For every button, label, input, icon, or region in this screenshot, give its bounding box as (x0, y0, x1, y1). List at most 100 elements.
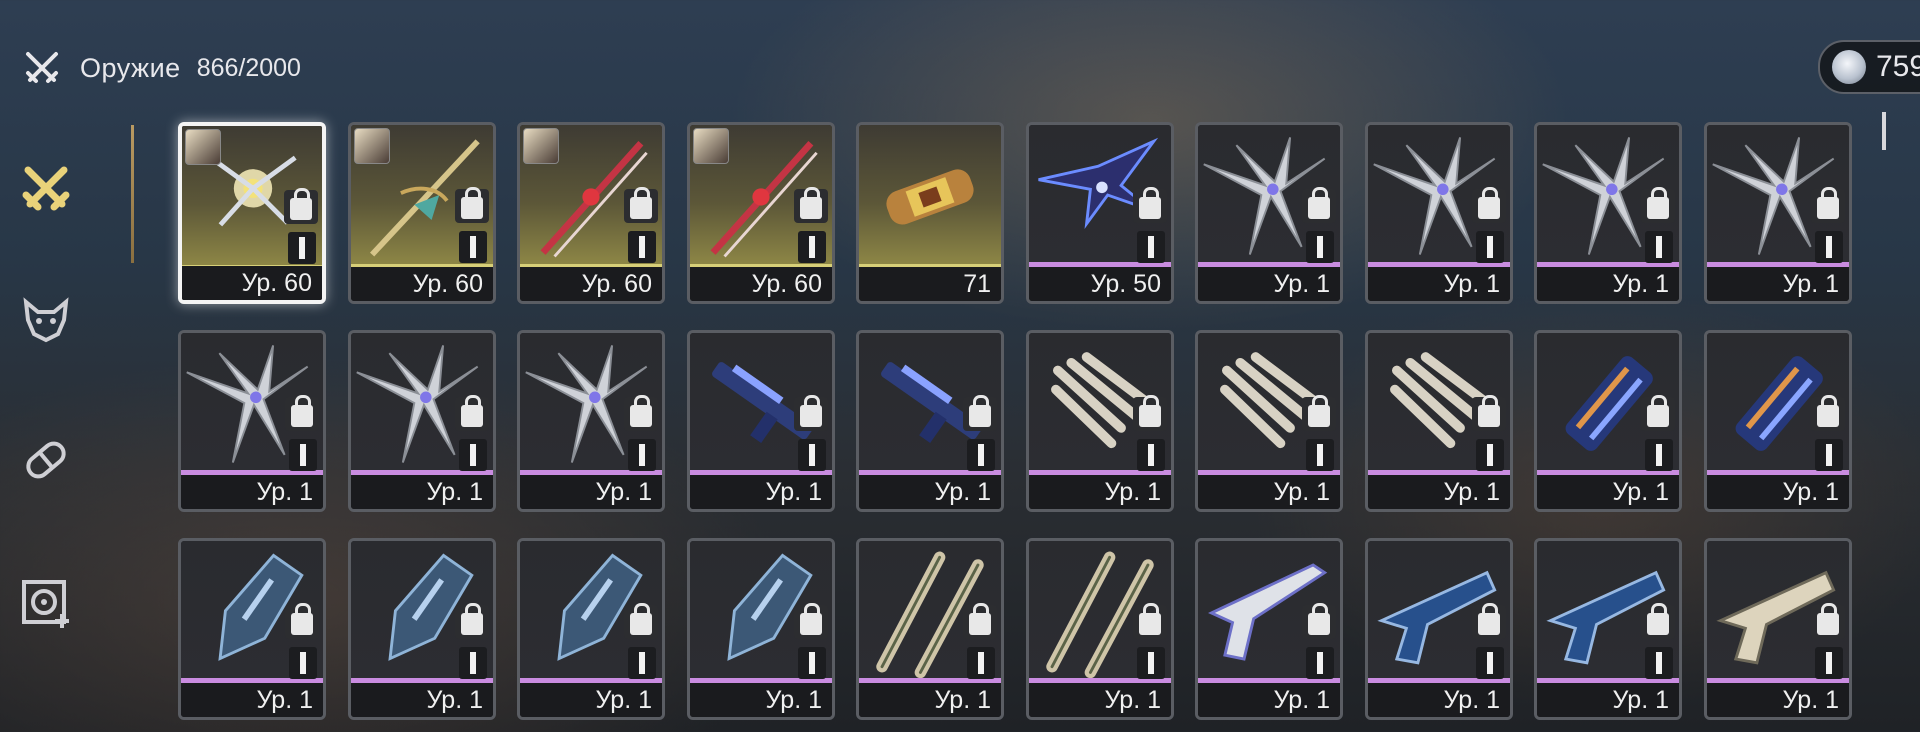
weapon-card[interactable]: Ур. 1 (856, 538, 1004, 720)
weapon-card[interactable]: Ур. 1 (178, 330, 326, 512)
weapon-card[interactable]: Ур. 1 (1704, 538, 1852, 720)
lock-icon (969, 395, 991, 427)
weapon-card[interactable]: Ур. 1 (856, 330, 1004, 512)
lock-icon (1308, 603, 1330, 635)
weapon-level: Ур. 1 (1537, 267, 1679, 301)
weapon-card[interactable]: Ур. 1 (1195, 330, 1343, 512)
weapon-card[interactable]: Ур. 1 (517, 538, 665, 720)
weapon-level: 71 (859, 267, 1001, 301)
lock-button[interactable] (1641, 187, 1675, 223)
lock-button[interactable] (1811, 395, 1845, 431)
weapon-level: Ур. 1 (181, 683, 323, 717)
weapon-card[interactable]: Ур. 1 (687, 330, 835, 512)
lock-button[interactable] (284, 188, 318, 224)
lock-button[interactable] (1302, 603, 1336, 639)
weapon-card[interactable]: Ур. 1 (1704, 122, 1852, 304)
lock-button[interactable] (794, 603, 828, 639)
weapon-card[interactable]: Ур. 60 (348, 122, 496, 304)
lock-icon (461, 187, 483, 219)
weapon-card[interactable]: Ур. 1 (1534, 538, 1682, 720)
lock-button[interactable] (455, 187, 489, 223)
weapon-level: Ур. 1 (520, 683, 662, 717)
weapon-card[interactable]: Ур. 1 (1026, 330, 1174, 512)
lock-button[interactable] (1302, 187, 1336, 223)
lock-button[interactable] (455, 603, 489, 639)
weapon-level: Ур. 60 (182, 266, 322, 300)
weapon-level: Ур. 1 (1368, 683, 1510, 717)
weapon-card[interactable]: 71 (856, 122, 1004, 304)
lock-button[interactable] (624, 395, 658, 431)
lock-button[interactable] (1811, 603, 1845, 639)
lock-icon (630, 395, 652, 427)
inventory-header: Оружие 866/2000 (22, 46, 301, 90)
lock-button[interactable] (963, 603, 997, 639)
sidebar-item-modules[interactable] (14, 570, 78, 634)
weapon-card[interactable]: Ур. 1 (1026, 538, 1174, 720)
refinement-rank-icon (1137, 647, 1165, 679)
sidebar-item-consumables[interactable] (14, 428, 78, 492)
lock-button[interactable] (1641, 603, 1675, 639)
scrollbar[interactable] (1882, 112, 1886, 150)
weapon-card[interactable]: Ур. 1 (1195, 122, 1343, 304)
weapon-card[interactable]: Ур. 60 (687, 122, 835, 304)
lock-button[interactable] (1133, 395, 1167, 431)
weapon-level: Ур. 1 (1537, 683, 1679, 717)
weapon-card[interactable]: Ур. 50 (1026, 122, 1174, 304)
weapon-card[interactable]: Ур. 1 (1534, 122, 1682, 304)
currency-display[interactable]: 759 (1818, 40, 1920, 94)
weapon-card[interactable]: Ур. 1 (348, 538, 496, 720)
weapon-level: Ур. 1 (351, 475, 493, 509)
lock-icon (969, 603, 991, 635)
sidebar-item-weapons[interactable] (14, 156, 78, 220)
refinement-rank-icon (1645, 647, 1673, 679)
lock-button[interactable] (1811, 187, 1845, 223)
weapon-card[interactable]: Ур. 1 (1534, 330, 1682, 512)
character-avatar (523, 128, 559, 164)
lock-button[interactable] (285, 395, 319, 431)
weapon-card[interactable]: Ур. 1 (517, 330, 665, 512)
weapon-card[interactable]: Ур. 1 (1365, 330, 1513, 512)
refinement-rank-icon (459, 647, 487, 679)
lock-icon (630, 603, 652, 635)
refinement-rank-icon (628, 231, 656, 263)
lock-icon (1139, 395, 1161, 427)
lock-button[interactable] (285, 603, 319, 639)
weapon-card[interactable]: Ур. 1 (348, 330, 496, 512)
lock-icon (1817, 187, 1839, 219)
weapon-card[interactable]: Ур. 1 (687, 538, 835, 720)
lock-button[interactable] (624, 187, 658, 223)
refinement-rank-icon (1306, 439, 1334, 471)
lock-button[interactable] (1472, 187, 1506, 223)
refinement-rank-icon (628, 647, 656, 679)
weapon-card[interactable]: Ур. 1 (178, 538, 326, 720)
weapon-level: Ур. 1 (1707, 683, 1849, 717)
lock-button[interactable] (1472, 395, 1506, 431)
lock-button[interactable] (1302, 395, 1336, 431)
lock-button[interactable] (1133, 187, 1167, 223)
refinement-rank-icon (1476, 231, 1504, 263)
lock-button[interactable] (794, 187, 828, 223)
weapon-card[interactable]: Ур. 60 (178, 122, 326, 304)
weapon-level: Ур. 1 (1368, 475, 1510, 509)
sidebar-item-enemies[interactable] (14, 286, 78, 350)
weapon-card[interactable]: Ур. 60 (517, 122, 665, 304)
lock-button[interactable] (455, 395, 489, 431)
weapon-level: Ур. 1 (690, 475, 832, 509)
refinement-rank-icon (1645, 439, 1673, 471)
weapon-card[interactable]: Ур. 1 (1365, 122, 1513, 304)
weapon-level: Ур. 1 (1029, 683, 1171, 717)
weapon-card[interactable]: Ур. 1 (1365, 538, 1513, 720)
lock-button[interactable] (963, 395, 997, 431)
lock-button[interactable] (794, 395, 828, 431)
lock-icon (1647, 187, 1669, 219)
lock-button[interactable] (1133, 603, 1167, 639)
lock-button[interactable] (624, 603, 658, 639)
currency-amount: 759 (1876, 50, 1920, 83)
weapon-card[interactable]: Ур. 1 (1704, 330, 1852, 512)
page-title: Оружие (80, 52, 181, 83)
lock-button[interactable] (1472, 603, 1506, 639)
weapon-level: Ур. 1 (690, 683, 832, 717)
weapon-level: Ур. 1 (859, 475, 1001, 509)
weapon-card[interactable]: Ур. 1 (1195, 538, 1343, 720)
lock-button[interactable] (1641, 395, 1675, 431)
